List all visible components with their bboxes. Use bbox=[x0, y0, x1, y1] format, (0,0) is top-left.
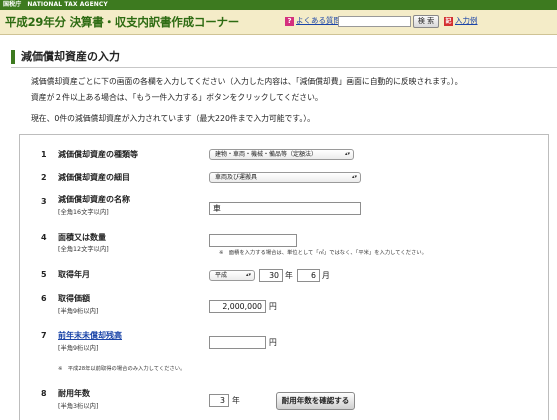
row-number: 4 bbox=[41, 233, 47, 242]
useful-life-label: 耐用年数 bbox=[58, 389, 90, 398]
year-unit: 年 bbox=[285, 271, 293, 280]
section-title: 減価償却資産の入力 bbox=[21, 50, 120, 63]
select-arrows-icon: ▴▾ bbox=[351, 174, 357, 180]
useful-life-input[interactable]: 3 bbox=[209, 394, 229, 407]
faq-link[interactable]: よくある質問 bbox=[296, 16, 341, 26]
row-number: 8 bbox=[41, 389, 47, 398]
asset-detail-selected: 車両及び運搬具 bbox=[215, 174, 258, 181]
intro-line-1: 減価償却資産ごとに下の画面の各欄を入力してください（入力した内容は、「減価償却費… bbox=[31, 77, 463, 86]
row-number: 2 bbox=[41, 173, 47, 182]
agency-logo[interactable]: 国税庁 NATIONAL TAX AGENCY bbox=[3, 1, 108, 9]
month-unit: 月 bbox=[322, 271, 330, 280]
yen-unit: 円 bbox=[269, 338, 277, 347]
search-input[interactable] bbox=[338, 16, 411, 27]
row-number: 6 bbox=[41, 294, 47, 303]
era-selected: 平成 bbox=[215, 272, 228, 279]
row-number: 7 bbox=[41, 331, 47, 340]
yen-unit: 円 bbox=[269, 302, 277, 311]
section-heading: 減価償却資産の入力 bbox=[11, 48, 557, 68]
select-arrows-icon: ▴▾ bbox=[344, 151, 350, 157]
asset-name-input[interactable]: 車 bbox=[209, 202, 361, 215]
acquisition-cost-label: 取得価額 bbox=[58, 294, 90, 303]
asset-detail-select[interactable]: 車両及び運搬具 ▴▾ bbox=[209, 172, 361, 183]
prior-year-balance-input[interactable] bbox=[209, 336, 266, 349]
app-title-bar: 平成29年分 決算書・収支内訳書作成コーナー ? よくある質問 検 索 記 入力… bbox=[0, 10, 557, 35]
year-unit: 年 bbox=[232, 396, 240, 405]
intro-line-2: 資産が２件以上ある場合は、「もう一件入力する」ボタンをクリックしてください。 bbox=[31, 93, 323, 102]
search-button[interactable]: 検 索 bbox=[413, 15, 439, 28]
acquisition-date-label: 取得年月 bbox=[58, 270, 90, 279]
section-heading-marker bbox=[11, 50, 15, 64]
agency-name-jp: 国税庁 bbox=[3, 1, 22, 8]
input-example-icon[interactable]: 記 bbox=[444, 17, 453, 26]
agency-name-en: NATIONAL TAX AGENCY bbox=[27, 1, 108, 8]
asset-name-hint: [全角16文字以内] bbox=[58, 209, 109, 216]
asset-type-selected: 建物・車両・機械・備品等（定額法） bbox=[215, 151, 318, 158]
era-select[interactable]: 平成 ▴▾ bbox=[209, 270, 255, 281]
prior-year-balance-hint: [半角9桁以内] bbox=[58, 345, 99, 352]
useful-life-hint: [半角3桁以内] bbox=[58, 403, 99, 410]
faq-icon[interactable]: ? bbox=[285, 17, 294, 26]
quantity-input[interactable] bbox=[209, 234, 297, 247]
quantity-hint: [全角12文字以内] bbox=[58, 246, 109, 253]
quantity-note: ※ 面積を入力する場合は、単位として「㎡」ではなく、「平米」を入力してください。 bbox=[219, 250, 427, 256]
check-useful-life-button[interactable]: 耐用年数を確認する bbox=[276, 392, 355, 410]
acquisition-month-input[interactable]: 6 bbox=[297, 269, 320, 282]
asset-type-select[interactable]: 建物・車両・機械・備品等（定額法） ▴▾ bbox=[209, 149, 354, 160]
quantity-label: 面積又は数量 bbox=[58, 233, 106, 242]
prior-year-balance-link[interactable]: 前年末未償却残高 bbox=[58, 331, 122, 341]
row-number: 3 bbox=[41, 197, 47, 206]
row-number: 1 bbox=[41, 150, 47, 159]
row-number: 5 bbox=[41, 270, 47, 279]
intro-line-3: 現在、0件の減価償却資産が入力されています（最大220件まで入力可能です。）。 bbox=[31, 114, 315, 123]
asset-detail-label: 減価償却資産の細目 bbox=[58, 173, 130, 182]
app-title: 平成29年分 決算書・収支内訳書作成コーナー bbox=[5, 15, 240, 29]
agency-bar: 国税庁 NATIONAL TAX AGENCY bbox=[0, 0, 557, 10]
prior-year-balance-note: ※ 平成28年以前取得の場合のみ入力してください。 bbox=[58, 366, 186, 372]
asset-type-label: 減価償却資産の種類等 bbox=[58, 150, 138, 159]
acquisition-cost-input[interactable]: 2,000,000 bbox=[209, 300, 266, 313]
input-example-link[interactable]: 入力例 bbox=[455, 16, 478, 26]
acquisition-year-input[interactable]: 30 bbox=[259, 269, 283, 282]
asset-name-label: 減価償却資産の名称 bbox=[58, 195, 130, 204]
select-arrows-icon: ▴▾ bbox=[245, 272, 251, 278]
acquisition-cost-hint: [半角9桁以内] bbox=[58, 308, 99, 315]
